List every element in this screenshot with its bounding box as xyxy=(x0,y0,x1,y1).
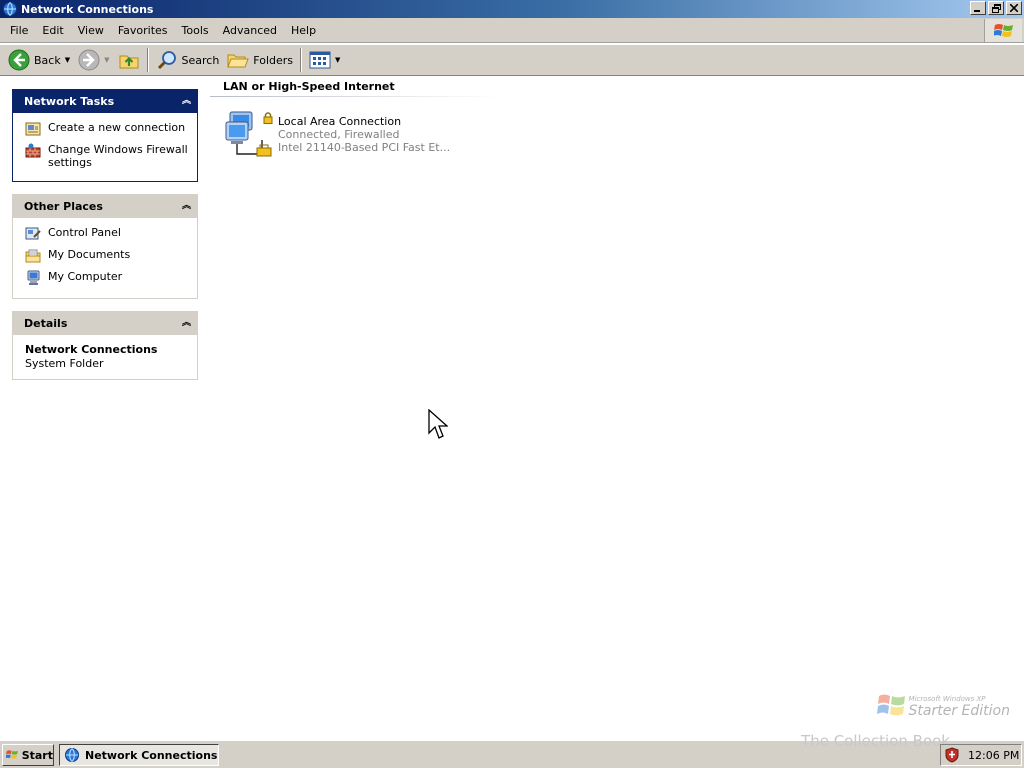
group-header-label: LAN or High-Speed Internet xyxy=(223,80,395,93)
place-control-panel[interactable]: Control Panel xyxy=(25,226,191,242)
other-places-title: Other Places xyxy=(24,199,103,213)
toolbar-separator xyxy=(146,48,149,72)
taskbar-button-network-connections[interactable]: Network Connections xyxy=(59,744,219,766)
details-header[interactable]: Details ︽ xyxy=(12,311,198,335)
new-connection-icon xyxy=(25,122,41,136)
close-button[interactable] xyxy=(1006,1,1022,15)
title-bar[interactable]: Network Connections xyxy=(0,0,1024,18)
back-dropdown-icon[interactable]: ▼ xyxy=(65,56,70,64)
menu-tools[interactable]: Tools xyxy=(175,21,216,40)
back-button[interactable]: Back ▼ xyxy=(4,47,74,73)
control-panel-icon xyxy=(25,227,41,240)
watermark-line2: Starter Edition xyxy=(908,703,1010,719)
folders-icon xyxy=(227,54,250,68)
task-label: Change Windows Firewall settings xyxy=(48,143,188,169)
group-header: LAN or High-Speed Internet xyxy=(210,80,500,97)
menu-favorites[interactable]: Favorites xyxy=(111,21,175,40)
up-folder-icon xyxy=(119,55,138,69)
network-tasks-title: Network Tasks xyxy=(24,94,115,108)
folders-button[interactable]: Folders xyxy=(223,47,297,73)
menu-edit[interactable]: Edit xyxy=(35,21,70,40)
up-folder-button[interactable] xyxy=(114,47,144,73)
back-arrow-icon xyxy=(8,49,30,71)
menu-view[interactable]: View xyxy=(71,21,111,40)
firewall-icon xyxy=(25,143,41,158)
connection-status: Connected, Firewalled xyxy=(278,128,400,141)
task-change-firewall-settings[interactable]: Change Windows Firewall settings xyxy=(25,143,191,169)
lock-icon xyxy=(263,112,273,124)
window-title: Network Connections xyxy=(21,2,154,16)
menu-advanced[interactable]: Advanced xyxy=(216,21,284,40)
menu-help[interactable]: Help xyxy=(284,21,323,40)
connection-item-local-area[interactable]: Local Area Connection Connected, Firewal… xyxy=(224,110,450,160)
windows-flag-watermark-icon xyxy=(876,694,905,716)
minimize-icon xyxy=(974,10,980,12)
task-pane: Network Tasks ︽ Create a new connection … xyxy=(12,89,198,392)
menu-bar: File Edit View Favorites Tools Advanced … xyxy=(0,18,1024,43)
folders-label: Folders xyxy=(253,53,294,67)
start-button[interactable]: Start xyxy=(2,744,54,766)
place-label: My Computer xyxy=(48,270,123,283)
security-shield-icon[interactable] xyxy=(944,747,960,763)
search-icon xyxy=(157,51,176,70)
restore-icon xyxy=(991,3,1001,13)
restore-button[interactable] xyxy=(988,1,1004,15)
task-create-new-connection[interactable]: Create a new connection xyxy=(25,121,191,137)
system-tray: 12:06 PM xyxy=(940,744,1022,766)
starter-edition-watermark: Microsoft Windows XP Starter Edition xyxy=(876,692,1010,719)
my-documents-icon xyxy=(25,249,41,263)
network-connections-icon xyxy=(3,2,17,16)
network-tasks-header[interactable]: Network Tasks ︽ xyxy=(12,89,198,113)
taskbar-button-label: Network Connections xyxy=(85,748,218,762)
windows-flag-icon xyxy=(6,750,18,759)
place-my-computer[interactable]: My Computer xyxy=(25,270,191,286)
mouse-cursor-icon xyxy=(428,409,448,439)
taskbar: Start Network Connections The Collection… xyxy=(0,732,1024,768)
my-computer-icon xyxy=(27,270,40,285)
lan-connection-icon xyxy=(224,110,276,160)
place-my-documents[interactable]: My Documents xyxy=(25,248,191,264)
group-header-rule xyxy=(210,96,500,97)
toolbar-separator xyxy=(300,48,303,72)
details-panel: Details ︽ Network Connections System Fol… xyxy=(12,311,198,380)
network-connections-icon xyxy=(65,748,79,762)
place-label: Control Panel xyxy=(48,226,121,239)
forward-dropdown-icon[interactable]: ▼ xyxy=(104,56,109,64)
details-item-type: System Folder xyxy=(25,357,104,370)
forward-arrow-icon xyxy=(78,49,100,71)
collapse-chevron-icon[interactable]: ︽ xyxy=(182,319,191,328)
close-icon xyxy=(1010,4,1018,12)
windows-logo xyxy=(984,19,1022,42)
other-places-header[interactable]: Other Places ︽ xyxy=(12,194,198,218)
collapse-chevron-icon[interactable]: ︽ xyxy=(182,97,191,106)
views-icon xyxy=(309,51,331,69)
collection-book-watermark: The Collection Book xyxy=(801,732,950,750)
other-places-panel: Other Places ︽ Control Panel My Document… xyxy=(12,194,198,299)
clock[interactable]: 12:06 PM xyxy=(968,749,1019,762)
back-label: Back xyxy=(34,53,61,67)
menu-file[interactable]: File xyxy=(3,21,35,40)
minimize-button[interactable] xyxy=(970,1,986,15)
start-label: Start xyxy=(21,748,53,762)
details-item-name: Network Connections xyxy=(25,343,158,356)
windows-flag-icon xyxy=(993,23,1013,37)
collapse-chevron-icon[interactable]: ︽ xyxy=(182,202,191,211)
standard-toolbar: Back ▼ ▼ Search Folders ▼ xyxy=(0,44,1024,76)
details-title: Details xyxy=(24,316,68,330)
network-tasks-panel: Network Tasks ︽ Create a new connection … xyxy=(12,89,198,182)
search-button[interactable]: Search xyxy=(152,47,224,73)
connection-device: Intel 21140-Based PCI Fast Et... xyxy=(278,141,451,154)
views-dropdown-icon[interactable]: ▼ xyxy=(335,56,340,64)
views-button[interactable]: ▼ xyxy=(305,47,344,73)
task-label: Create a new connection xyxy=(48,121,186,134)
search-label: Search xyxy=(181,53,220,67)
forward-button[interactable]: ▼ xyxy=(74,47,113,73)
connection-name: Local Area Connection xyxy=(278,115,402,128)
place-label: My Documents xyxy=(48,248,131,261)
